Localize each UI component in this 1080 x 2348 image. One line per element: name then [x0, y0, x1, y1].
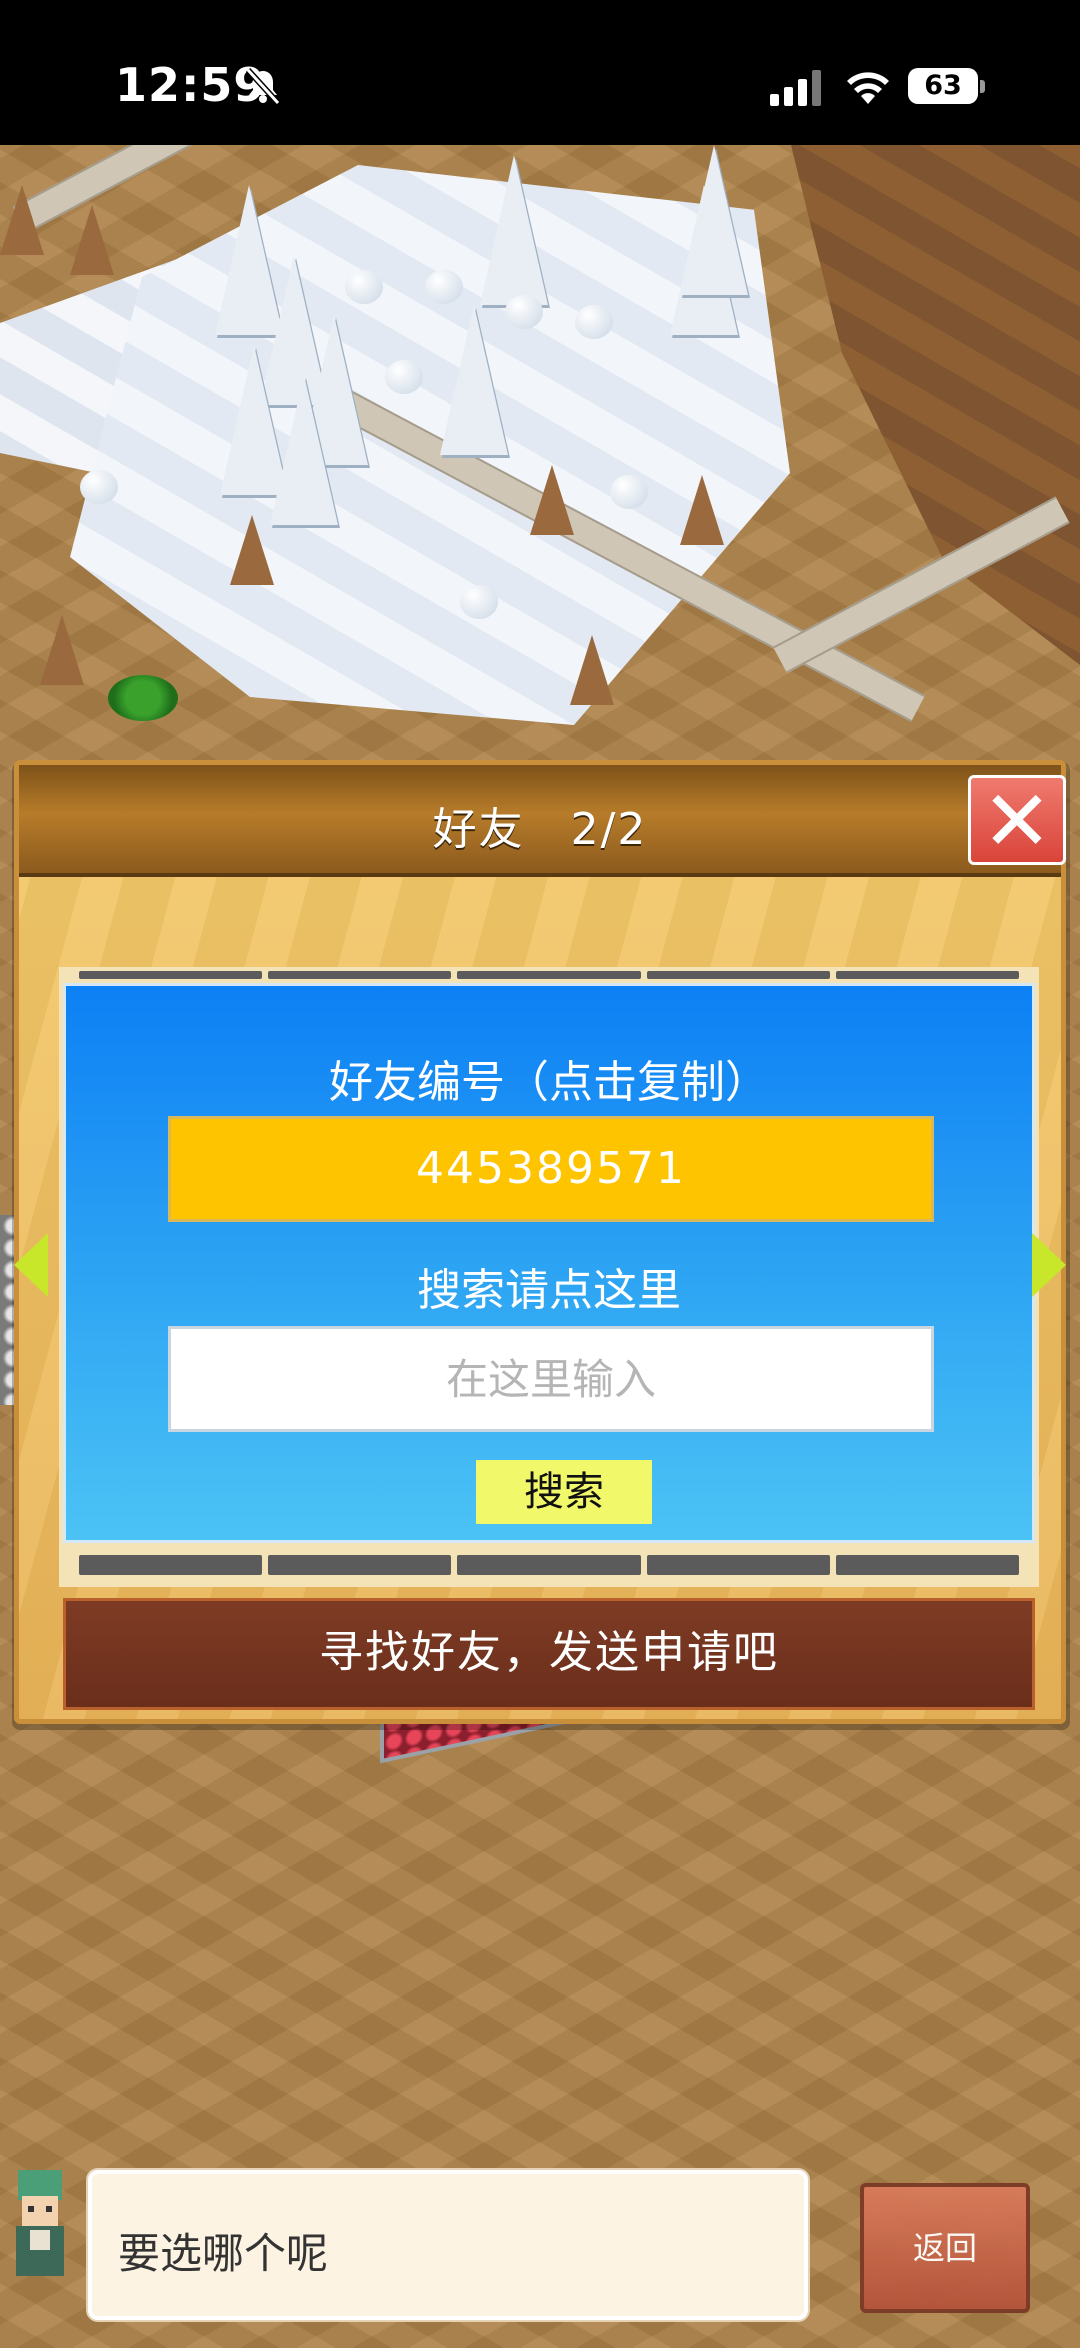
palm-tree: [108, 675, 178, 721]
snowball: [385, 360, 423, 394]
snowball: [575, 305, 613, 339]
dialog-title: 好友 2/2: [432, 804, 648, 855]
battery-icon: 63: [908, 68, 986, 106]
search-input[interactable]: [168, 1326, 934, 1432]
back-button-label: 返回: [912, 2229, 977, 2267]
close-button[interactable]: ✕: [968, 775, 1066, 865]
search-label: 搜索请点这里: [417, 1265, 681, 1316]
snowball: [345, 270, 383, 304]
dialog-header: 好友 2/2 ✕: [19, 765, 1066, 877]
advisor-avatar: [16, 2170, 64, 2276]
snowball: [425, 270, 463, 304]
rock-spire: [230, 515, 274, 585]
prev-page-arrow-icon[interactable]: [14, 1233, 48, 1297]
rock-spire: [70, 205, 114, 275]
wifi-icon: [847, 72, 889, 104]
snow-tree: [270, 375, 338, 525]
snow-tree: [680, 145, 748, 295]
next-page-arrow-icon[interactable]: [1032, 1233, 1066, 1297]
friend-dialog: 好友 2/2 ✕ 好友编号（点击复制） 445389571 搜索请点这里 搜索 …: [14, 760, 1066, 1724]
status-bar: 12:59 63: [0, 0, 1080, 145]
bell-mute-icon: [245, 67, 281, 106]
friend-panel: 好友编号（点击复制） 445389571 搜索请点这里 搜索: [63, 983, 1035, 1543]
snow-tree: [480, 155, 548, 305]
send-request-banner: 寻找好友，发送申请吧: [63, 1598, 1035, 1710]
snowball: [610, 475, 648, 509]
panel-rail-bottom: [79, 1555, 1020, 1575]
signal-icon: [770, 70, 821, 106]
snow-tree: [440, 305, 508, 455]
search-button[interactable]: 搜索: [476, 1460, 652, 1524]
rock-spire: [40, 615, 84, 685]
panel-rail-top: [79, 971, 1020, 979]
snowball: [460, 585, 498, 619]
friend-id-copy-button[interactable]: 445389571: [168, 1116, 934, 1222]
rock-spire: [570, 635, 614, 705]
friend-id-label: 好友编号（点击复制）: [329, 1057, 769, 1108]
battery-level: 63: [908, 68, 978, 104]
rock-spire: [0, 185, 44, 255]
back-button[interactable]: 返回: [860, 2183, 1030, 2313]
close-icon: ✕: [981, 772, 1053, 870]
advisor-speech-bubble: 要选哪个呢: [88, 2170, 808, 2320]
rock-spire: [680, 475, 724, 545]
rock-spire: [530, 465, 574, 535]
advisor-speech-text: 要选哪个呢: [118, 2229, 329, 2278]
snowball: [80, 470, 118, 504]
snowball: [505, 295, 543, 329]
